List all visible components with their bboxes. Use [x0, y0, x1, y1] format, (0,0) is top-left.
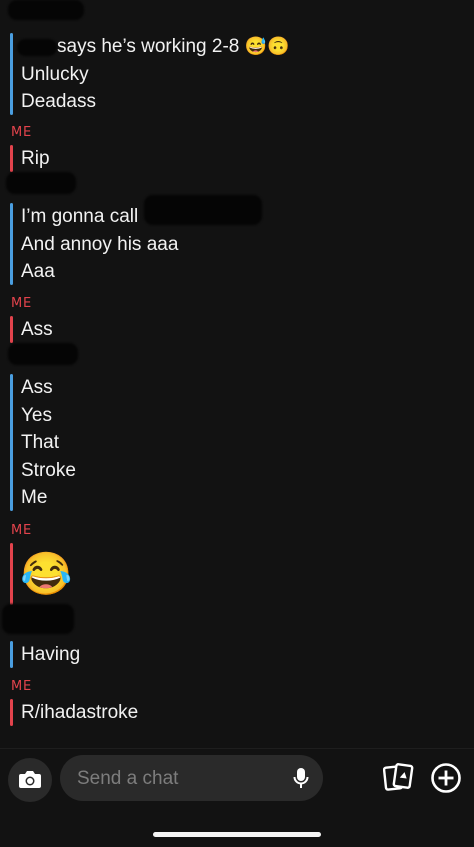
chat-message[interactable]: I’m gonna call: [21, 195, 262, 231]
redacted-sender-name: [8, 0, 84, 20]
chat-message[interactable]: That: [21, 429, 76, 457]
message-group: Ass Yes That Stroke Me: [10, 374, 76, 511]
message-group: R/ihadastroke: [10, 699, 138, 726]
sender-label: ME: [11, 523, 33, 538]
chat-message[interactable]: Me: [21, 484, 76, 512]
cards-icon[interactable]: [383, 763, 415, 791]
friend-message-bar: [10, 641, 13, 668]
chat-input-placeholder: Send a chat: [77, 768, 179, 789]
redacted-sender-name: [8, 343, 78, 365]
my-message-bar: [10, 543, 13, 605]
message-group: Rip: [10, 145, 50, 172]
chat-message[interactable]: Ass: [21, 374, 76, 402]
home-indicator: [153, 832, 321, 837]
chat-message[interactable]: Ass: [21, 316, 53, 344]
chat-message[interactable]: And annoy his aaa: [21, 231, 178, 259]
chat-message[interactable]: Having: [21, 641, 80, 669]
chat-message[interactable]: Yes: [21, 402, 76, 430]
friend-message-bar: [10, 33, 13, 115]
friend-message-bar: [10, 374, 13, 511]
my-message-bar: [10, 145, 13, 172]
message-group: says he’s working 2-8 😅🙃 Unlucky Deadass: [10, 33, 289, 115]
friend-message-bar: [10, 203, 13, 285]
chat-message[interactable]: Aaa: [21, 258, 178, 286]
chat-message[interactable]: says he’s working 2-8 😅🙃: [17, 33, 290, 61]
chat-message[interactable]: R/ihadastroke: [21, 699, 138, 727]
redacted-sender-name: [2, 604, 74, 634]
message-group: Ass: [10, 316, 53, 343]
camera-button[interactable]: [8, 758, 52, 802]
my-message-bar: [10, 316, 13, 343]
redacted-sender-name: [6, 172, 76, 194]
emoji: 😅🙃: [244, 36, 290, 56]
sender-label: ME: [11, 296, 33, 311]
laughing-emoji-message[interactable]: 😂: [20, 543, 72, 605]
message-group: I’m gonna call And annoy his aaa Aaa: [10, 195, 262, 286]
chat-message[interactable]: Rip: [21, 145, 50, 173]
plus-circle-icon[interactable]: [430, 762, 462, 794]
chat-message[interactable]: Deadass: [21, 88, 289, 116]
chat-message[interactable]: Unlucky: [21, 61, 289, 89]
redacted-name: [17, 39, 57, 56]
chat-composer: Send a chat: [0, 748, 474, 847]
message-group: Having: [10, 641, 80, 668]
redacted-name: [144, 195, 262, 225]
sender-label: ME: [11, 679, 33, 694]
microphone-icon[interactable]: [293, 767, 309, 789]
my-message-bar: [10, 699, 13, 726]
message-group: 😂: [10, 543, 72, 605]
chat-input[interactable]: Send a chat: [60, 755, 323, 801]
chat-message[interactable]: Stroke: [21, 457, 76, 485]
camera-icon: [19, 771, 41, 788]
chat-thread: says he’s working 2-8 😅🙃 Unlucky Deadass…: [0, 0, 474, 748]
sender-label: ME: [11, 125, 33, 140]
